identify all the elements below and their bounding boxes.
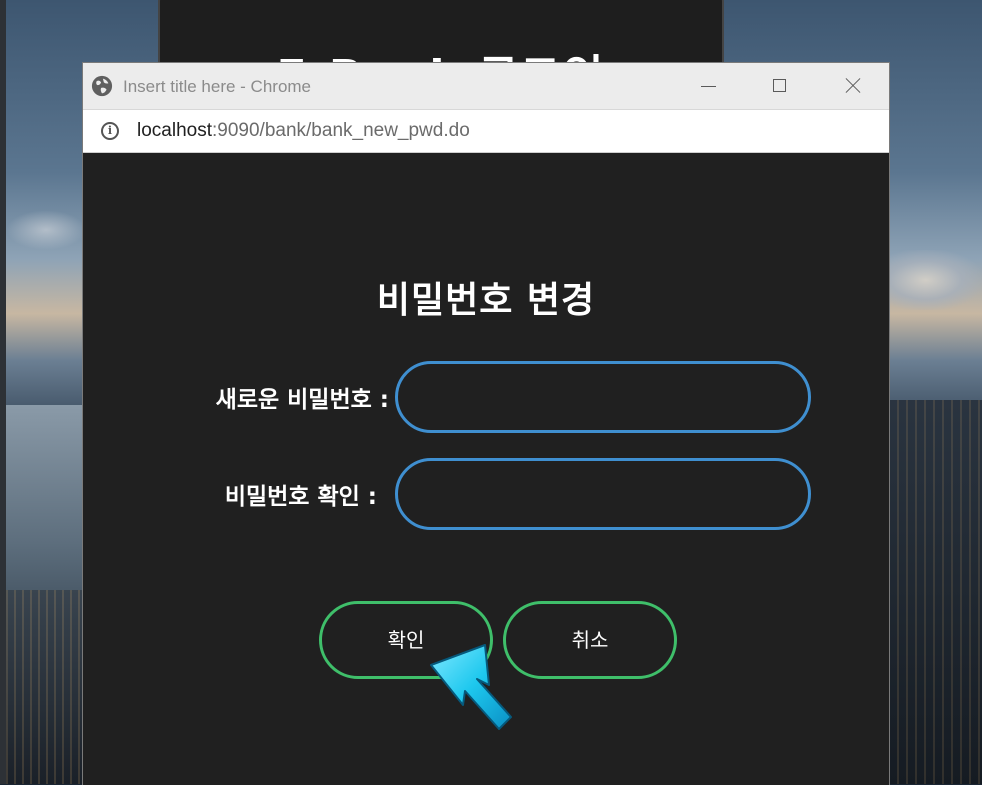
minimize-icon[interactable] — [685, 71, 731, 101]
window-title: Insert title here - Chrome — [123, 77, 312, 96]
address-bar[interactable]: i localhost:9090/bank/bank_new_pwd.do — [83, 109, 889, 153]
city-scene-left — [6, 590, 84, 784]
city-scene-right — [888, 400, 982, 784]
url-host: localhost — [137, 120, 212, 141]
cancel-button[interactable]: 취소 — [503, 601, 677, 679]
maximize-icon[interactable] — [757, 71, 803, 101]
window-titlebar[interactable]: Insert title here - Chrome — [83, 63, 889, 109]
page-content: 비밀번호 변경 새로운 비밀번호 : 비밀번호 확인 : 확인 취소 — [83, 153, 889, 785]
new-password-label: 새로운 비밀번호 : — [215, 387, 389, 413]
mouse-pointer-arrow-icon — [430, 644, 512, 730]
url-text[interactable]: localhost:9090/bank/bank_new_pwd.do — [137, 120, 470, 142]
page-title: 비밀번호 변경 — [376, 280, 596, 321]
sky-cloud — [6, 210, 86, 250]
sky-cloud — [888, 250, 982, 310]
confirm-password-input[interactable] — [395, 458, 811, 530]
new-password-input[interactable] — [395, 361, 811, 433]
info-icon[interactable]: i — [101, 122, 119, 140]
confirm-password-label: 비밀번호 확인 : — [224, 484, 377, 510]
chrome-popup-window: Insert title here - Chrome i localhost:9… — [82, 62, 890, 785]
close-icon[interactable] — [829, 71, 875, 101]
globe-icon — [91, 75, 113, 97]
url-path: :9090/bank/bank_new_pwd.do — [212, 120, 470, 141]
